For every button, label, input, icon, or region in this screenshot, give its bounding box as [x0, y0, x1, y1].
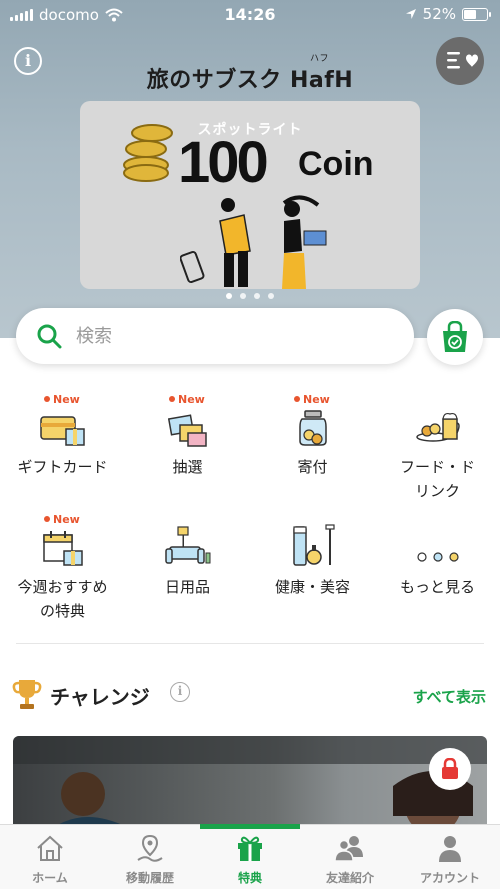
page-dot[interactable]: [240, 293, 246, 299]
home-icon: [37, 835, 63, 861]
app-title: 旅のサブスク HafH ハフ: [0, 54, 500, 94]
category-food-drink[interactable]: フード・ドリンク: [375, 395, 500, 503]
category-gift-card[interactable]: New ギフトカード: [0, 393, 125, 479]
new-badge: New: [294, 393, 330, 406]
battery-icon: [462, 7, 491, 21]
more-dots-icon: [416, 552, 459, 562]
location-arrow-icon: [405, 9, 416, 19]
banner-pagination[interactable]: [0, 293, 500, 299]
see-all-link[interactable]: すべて表示: [413, 686, 486, 707]
category-donation[interactable]: New 寄付: [250, 393, 375, 479]
section-divider: [16, 643, 484, 644]
category-label: 日用品: [164, 578, 210, 596]
tab-label: アカウント: [419, 871, 480, 885]
page-dot[interactable]: [268, 293, 274, 299]
shopping-bag-button[interactable]: [427, 309, 483, 365]
trophy-icon: [12, 680, 42, 709]
category-weekly-picks[interactable]: New 今週おすすめの特典: [0, 513, 125, 623]
map-pin-route-icon: [137, 834, 163, 862]
category-health-beauty[interactable]: 健康・美容: [250, 515, 375, 599]
category-label: 今週おすすめの特典: [17, 578, 108, 620]
favorites-menu-button[interactable]: [436, 37, 484, 85]
category-lottery[interactable]: New 抽選: [125, 393, 250, 479]
category-label: 健康・美容: [274, 578, 350, 596]
sofa-lamp-icon: [164, 526, 210, 564]
category-label: ギフトカード: [17, 458, 108, 476]
challenge-card-image[interactable]: [13, 736, 487, 836]
status-bar: docomo 14:26 52%: [0, 0, 500, 30]
page-dot[interactable]: [226, 293, 232, 299]
tab-invite-friends[interactable]: 友達紹介: [300, 825, 400, 889]
list-heart-icon: [447, 52, 478, 69]
challenge-info-icon[interactable]: i: [170, 682, 190, 702]
app-title-text: 旅のサブスク HafH: [146, 68, 354, 93]
search-input[interactable]: [76, 325, 376, 347]
new-badge: New: [44, 513, 80, 526]
lottery-tickets-icon: [167, 414, 207, 447]
tab-label: 特典: [237, 871, 262, 885]
tab-home[interactable]: ホーム: [0, 825, 100, 889]
category-label: もっと見る: [399, 578, 475, 596]
donation-jar-icon: [298, 410, 327, 446]
new-badge: New: [169, 393, 205, 406]
tab-label: 移動履歴: [125, 871, 174, 885]
search-icon: [37, 324, 62, 349]
tab-account[interactable]: アカウント: [400, 825, 500, 889]
category-label: 抽選: [172, 458, 203, 476]
account-icon: [439, 836, 461, 862]
travelers-illustration: [180, 195, 327, 289]
tab-travel-history[interactable]: 移動履歴: [100, 825, 200, 889]
tab-label: ホーム: [32, 871, 68, 885]
challenge-title: チャレンジ: [50, 685, 150, 709]
category-label: フード・ドリンク: [399, 458, 475, 500]
challenge-section-header: チャレンジ i すべて表示: [12, 676, 488, 712]
page-dot[interactable]: [254, 293, 260, 299]
tab-bar: ホーム 移動履歴 特典 友達紹介 アカウント: [0, 824, 500, 889]
tab-label: 友達紹介: [325, 871, 374, 885]
lock-icon: [442, 758, 458, 779]
banner-amount: 100: [178, 130, 269, 195]
athletes-photo: [13, 736, 487, 836]
tab-perks[interactable]: 特典: [200, 824, 300, 889]
app-title-ruby: ハフ: [310, 54, 330, 64]
category-see-more[interactable]: もっと見る: [375, 515, 500, 599]
category-label: 寄付: [297, 458, 328, 476]
lock-button[interactable]: [429, 748, 471, 790]
battery-percent: 52%: [422, 5, 456, 23]
spotlight-banner[interactable]: スポットライト 100 Coin: [80, 101, 420, 289]
banner-unit: Coin: [298, 145, 374, 183]
friends-icon: [334, 836, 363, 862]
category-daily-goods[interactable]: 日用品: [125, 515, 250, 599]
gift-icon: [238, 836, 262, 861]
cosmetics-icon: [292, 524, 335, 566]
new-badge: New: [44, 393, 80, 406]
shopping-bag-check-icon: [443, 321, 467, 352]
gift-card-icon: [39, 416, 85, 446]
food-drink-icon: [415, 412, 460, 442]
calendar-gift-icon: [42, 531, 83, 566]
search-bar[interactable]: [16, 308, 414, 364]
